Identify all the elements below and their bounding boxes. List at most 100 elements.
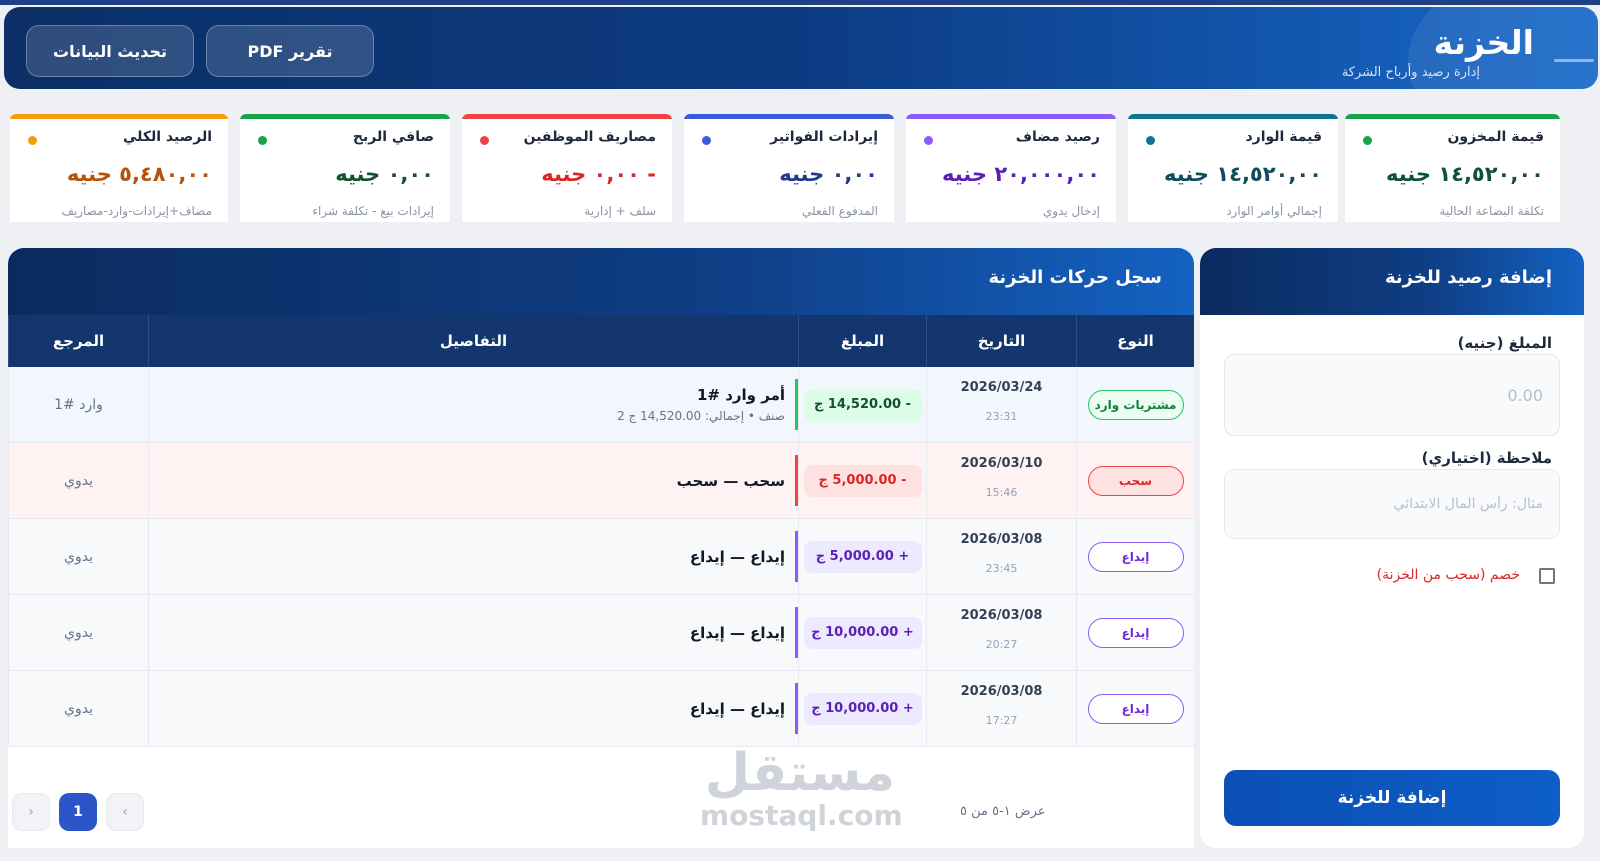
details-block: إيداع — إيداع bbox=[149, 607, 798, 658]
type-badge: سحب bbox=[1087, 465, 1184, 496]
card-title: قيمة الوارد bbox=[1245, 129, 1322, 145]
card-accent-bar bbox=[684, 114, 894, 119]
card-employee-expenses: مصاريف الموظفين - ٠,٠٠ جنيه سلف + إدارية bbox=[462, 114, 672, 222]
watermark-logo: مستقل mostaql.com bbox=[700, 743, 903, 832]
row-date: 2026/03/24 bbox=[960, 380, 1043, 395]
row-time: 20:27 bbox=[985, 638, 1018, 651]
status-dot bbox=[480, 136, 489, 145]
cell-type: سحب bbox=[1076, 443, 1194, 518]
page-title: الخزنة bbox=[1433, 23, 1534, 62]
cell-amount: + 5,000.00 ج bbox=[798, 519, 926, 594]
chevron-right-icon: › bbox=[28, 804, 34, 820]
card-subtitle: إدخال يدوي bbox=[1042, 204, 1100, 218]
card-title: صافي الربح bbox=[352, 129, 434, 145]
row-date: 2026/03/08 bbox=[960, 608, 1043, 623]
card-incoming-value: قيمة الوارد ١٤,٥٢٠,٠٠ جنيه إجمالي أوامر … bbox=[1128, 114, 1338, 222]
cell-amount: + 10,000.00 ج bbox=[798, 595, 926, 670]
deduct-checkbox[interactable] bbox=[1539, 568, 1555, 584]
card-value: ٢٠,٠٠٠,٠٠ جنيه bbox=[941, 162, 1100, 186]
card-value: - ٠,٠٠ جنيه bbox=[541, 162, 656, 186]
watermark-url: mostaql.com bbox=[700, 799, 903, 832]
card-subtitle: تكلفة البضاعة الحالية bbox=[1439, 204, 1544, 218]
card-value: ٠,٠٠ جنيه bbox=[335, 162, 434, 186]
panel-header: سجل حركات الخزنة bbox=[8, 248, 1194, 315]
detail-title: سحب — سحب bbox=[676, 471, 785, 490]
cell-amount: - 14,520.00 ج bbox=[798, 367, 926, 442]
detail-title: إيداع — إيداع bbox=[689, 547, 785, 566]
card-subtitle: المدفوع الفعلي bbox=[802, 204, 878, 218]
table-row[interactable]: سحب 2026/03/10 15:46 - 5,000.00 ج سحب — س… bbox=[8, 443, 1194, 519]
amount-chip: + 10,000.00 ج bbox=[803, 692, 922, 725]
add-to-treasury-button[interactable]: إضافة للخزنة bbox=[1224, 770, 1560, 826]
amount-chip: + 5,000.00 ج bbox=[803, 540, 922, 573]
row-time: 17:27 bbox=[985, 714, 1018, 727]
card-subtitle: سلف + إدارية bbox=[584, 204, 656, 218]
card-accent-bar bbox=[10, 114, 228, 119]
cell-details: إيداع — إيداع bbox=[148, 519, 798, 594]
cell-date: 2026/03/10 15:46 bbox=[926, 443, 1076, 518]
page-header: الخزنة إدارة رصيد وأرباح الشركة تحديث ال… bbox=[4, 7, 1598, 89]
status-dot bbox=[1146, 136, 1155, 145]
type-badge: إيداع bbox=[1087, 541, 1184, 572]
title-underline bbox=[1554, 59, 1594, 62]
pagination-prev-button[interactable]: ‹ bbox=[106, 793, 144, 831]
cell-amount: + 10,000.00 ج bbox=[798, 671, 926, 746]
amount-chip: - 5,000.00 ج bbox=[803, 464, 922, 497]
table-row[interactable]: إيداع 2026/03/08 20:27 + 10,000.00 ج إيدا… bbox=[8, 595, 1194, 671]
card-invoice-revenue: إيرادات الفواتير ٠,٠٠ جنيه المدفوع الفعل… bbox=[684, 114, 894, 222]
table-row[interactable]: إيداع 2026/03/08 23:45 + 5,000.00 ج إيداع… bbox=[8, 519, 1194, 595]
row-time: 15:46 bbox=[985, 486, 1018, 499]
pdf-report-button[interactable]: تقرير PDF bbox=[206, 25, 374, 77]
watermark-text: مستقل bbox=[704, 743, 896, 803]
cell-date: 2026/03/08 17:27 bbox=[926, 671, 1076, 746]
amount-label: المبلغ (جنيه) bbox=[1457, 334, 1552, 352]
cell-details: إيداع — إيداع bbox=[148, 671, 798, 746]
cell-amount: - 5,000.00 ج bbox=[798, 443, 926, 518]
pagination-next-button[interactable]: › bbox=[12, 793, 50, 831]
card-accent-bar bbox=[1128, 114, 1338, 119]
reference-text: وارد #1 bbox=[54, 396, 103, 413]
table-row[interactable]: إيداع 2026/03/08 17:27 + 10,000.00 ج إيدا… bbox=[8, 671, 1194, 747]
pagination-page-1[interactable]: 1 bbox=[59, 793, 97, 831]
status-dot bbox=[258, 136, 267, 145]
card-title: الرصيد الكلي bbox=[122, 129, 212, 145]
details-block: إيداع — إيداع bbox=[149, 531, 798, 582]
card-subtitle: إجمالي أوامر الوارد bbox=[1226, 204, 1322, 218]
card-accent-bar bbox=[462, 114, 672, 119]
col-reference: المرجع bbox=[8, 315, 148, 367]
transactions-panel: سجل حركات الخزنة النوع التاريخ المبلغ ال… bbox=[8, 248, 1194, 848]
row-time: 23:31 bbox=[985, 410, 1018, 423]
note-input[interactable] bbox=[1224, 469, 1560, 539]
reference-text: يدوي bbox=[64, 624, 93, 641]
records-count: عرض ١-٥ من ٥ bbox=[960, 804, 1046, 819]
cell-date: 2026/03/08 20:27 bbox=[926, 595, 1076, 670]
cell-reference: يدوي bbox=[8, 443, 148, 518]
amount-input[interactable] bbox=[1224, 354, 1560, 436]
card-total-balance: الرصيد الكلي ٥,٤٨٠,٠٠ جنيه مضاف+إيرادات-… bbox=[10, 114, 228, 222]
card-title: قيمة المخزون bbox=[1447, 129, 1544, 145]
card-added-balance: رصيد مضاف ٢٠,٠٠٠,٠٠ جنيه إدخال يدوي bbox=[906, 114, 1116, 222]
row-date: 2026/03/08 bbox=[960, 532, 1043, 547]
chevron-left-icon: ‹ bbox=[122, 804, 128, 820]
panel-title: سجل حركات الخزنة bbox=[988, 267, 1162, 288]
card-accent-bar bbox=[240, 114, 450, 119]
status-dot bbox=[1363, 136, 1372, 145]
card-accent-bar bbox=[906, 114, 1116, 119]
refresh-data-button[interactable]: تحديث البيانات bbox=[26, 25, 194, 77]
cell-details: أمر وارد #1 صنف • إجمالي: 14,520.00 ج 2 bbox=[148, 367, 798, 442]
detail-subtitle: صنف • إجمالي: 14,520.00 ج 2 bbox=[617, 409, 785, 423]
cell-reference: يدوي bbox=[8, 595, 148, 670]
status-dot bbox=[702, 136, 711, 145]
details-block: سحب — سحب bbox=[149, 455, 798, 506]
cell-details: سحب — سحب bbox=[148, 443, 798, 518]
type-badge: إيداع bbox=[1087, 693, 1184, 724]
type-badge: مشتريات وارد bbox=[1087, 389, 1184, 420]
table-row[interactable]: مشتريات وارد 2026/03/24 23:31 - 14,520.00… bbox=[8, 367, 1194, 443]
details-block: إيداع — إيداع bbox=[149, 683, 798, 734]
status-dot bbox=[924, 136, 933, 145]
deduct-checkbox-label: خصم (سحب من الخزنة) bbox=[1376, 567, 1520, 583]
card-title: مصاريف الموظفين bbox=[523, 129, 656, 145]
note-label: ملاحظة (اختياري) bbox=[1421, 449, 1552, 467]
col-details: التفاصيل bbox=[148, 315, 798, 367]
col-date: التاريخ bbox=[926, 315, 1076, 367]
